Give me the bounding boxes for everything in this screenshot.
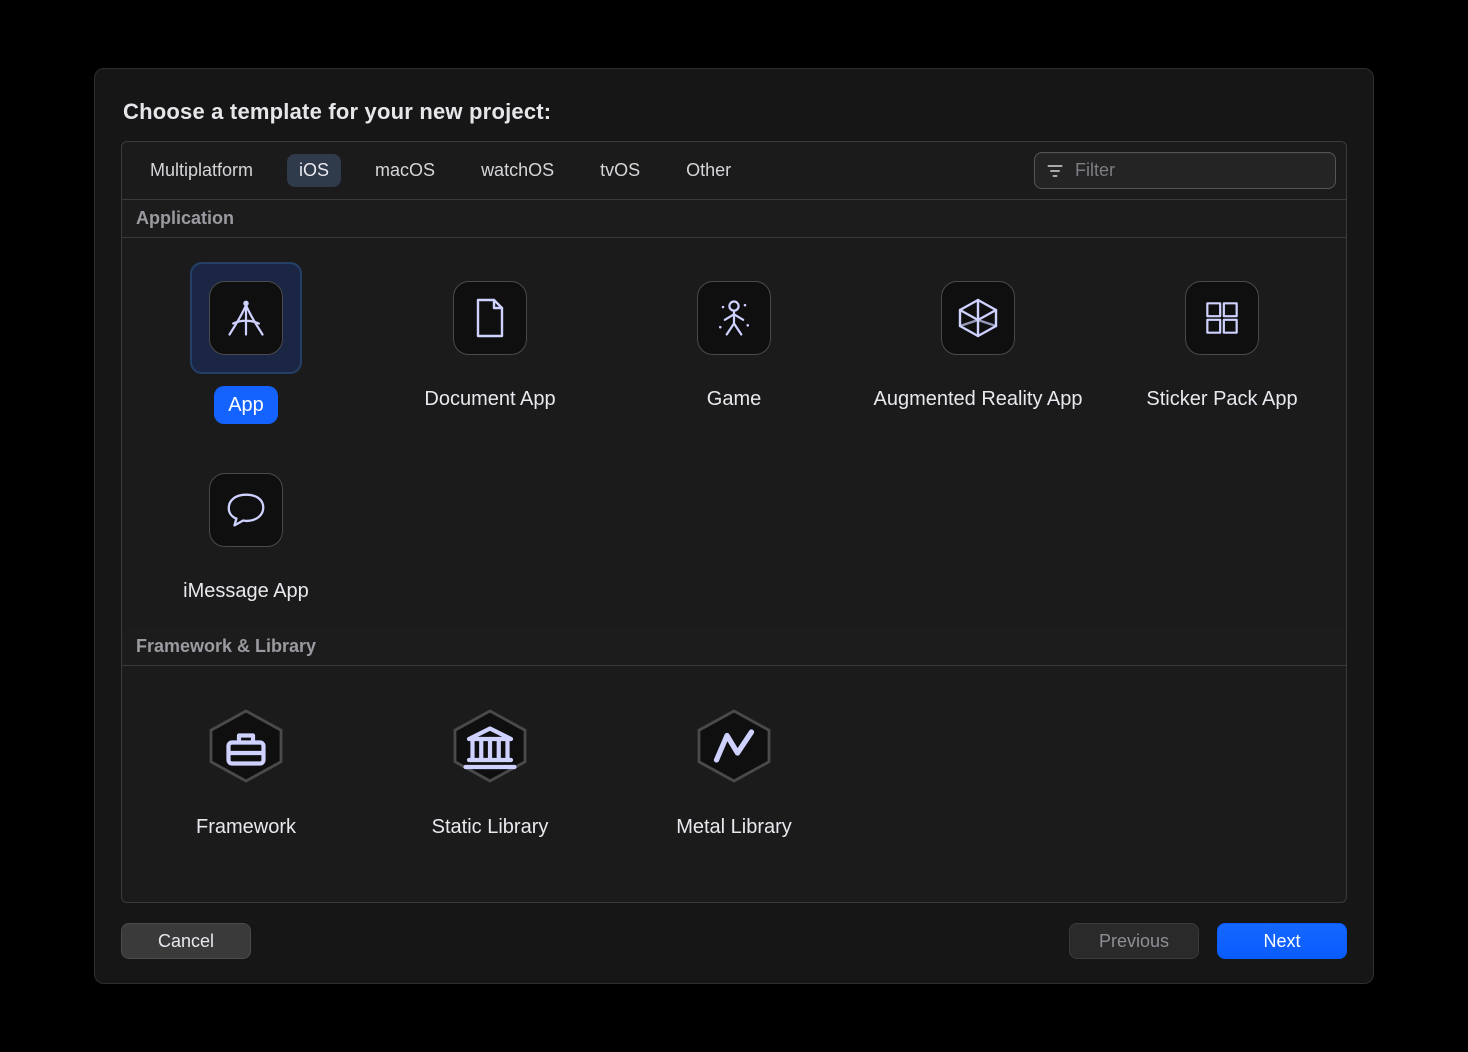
tab-tvos[interactable]: tvOS (588, 154, 652, 187)
template-metal-library[interactable]: Metal Library (616, 676, 852, 848)
page-title: Choose a template for your new project: (123, 99, 1347, 125)
template-label: Augmented Reality App (873, 386, 1082, 412)
platform-tabs: Multiplatform iOS macOS watchOS tvOS Other (132, 154, 743, 187)
template-document-app[interactable]: Document App (372, 248, 608, 432)
document-icon (453, 281, 527, 355)
tab-macos[interactable]: macOS (363, 154, 447, 187)
sections: Application App Document App (122, 200, 1346, 864)
template-label: Document App (424, 386, 555, 412)
app-icon (209, 281, 283, 355)
tab-ios[interactable]: iOS (287, 154, 341, 187)
section-header: Framework & Library (122, 628, 1346, 666)
toolbox-icon (204, 704, 288, 788)
template-grid: Framework Static Library Metal Library (122, 666, 1346, 864)
template-framework[interactable]: Framework (128, 676, 364, 848)
template-tile-wrap (190, 454, 302, 566)
library-icon (448, 704, 532, 788)
topbar: Multiplatform iOS macOS watchOS tvOS Other (122, 142, 1346, 200)
template-tile-wrap (190, 262, 302, 374)
next-button[interactable]: Next (1217, 923, 1347, 959)
game-icon (697, 281, 771, 355)
template-tile-wrap (1166, 262, 1278, 374)
template-label: iMessage App (183, 578, 309, 604)
new-project-window: Choose a template for your new project: … (94, 68, 1374, 984)
template-label: App (214, 386, 278, 424)
template-panel: Multiplatform iOS macOS watchOS tvOS Other Ap… (121, 141, 1347, 903)
template-static-library[interactable]: Static Library (372, 676, 608, 848)
footer-buttons: Cancel Previous Next (121, 923, 1347, 959)
template-tile-wrap (678, 690, 790, 802)
tab-other[interactable]: Other (674, 154, 743, 187)
cancel-button[interactable]: Cancel (121, 923, 251, 959)
template-label: Sticker Pack App (1146, 386, 1297, 412)
template-label: Framework (196, 814, 296, 840)
template-tile-wrap (190, 690, 302, 802)
template-app[interactable]: App (128, 248, 364, 432)
template-label: Metal Library (676, 814, 792, 840)
tab-watchos[interactable]: watchOS (469, 154, 566, 187)
filter-icon (1045, 161, 1065, 181)
template-grid: App Document App Game (122, 238, 1346, 628)
template-label: Static Library (432, 814, 549, 840)
template-label: Game (707, 386, 761, 412)
section-application: Application App Document App (122, 200, 1346, 628)
sticker-icon (1185, 281, 1259, 355)
template-tile-wrap (434, 690, 546, 802)
section-framework-library: Framework & Library Framework Static Lib… (122, 628, 1346, 864)
template-tile-wrap (922, 262, 1034, 374)
filter-field[interactable] (1034, 152, 1336, 189)
ar-icon (941, 281, 1015, 355)
filter-input[interactable] (1073, 159, 1325, 182)
template-game[interactable]: Game (616, 248, 852, 432)
template-tile-wrap (434, 262, 546, 374)
message-icon (209, 473, 283, 547)
template-sticker-pack[interactable]: Sticker Pack App (1104, 248, 1340, 432)
template-imessage[interactable]: iMessage App (128, 440, 364, 612)
template-ar-app[interactable]: Augmented Reality App (860, 248, 1096, 432)
template-tile-wrap (678, 262, 790, 374)
metal-icon (692, 704, 776, 788)
previous-button[interactable]: Previous (1069, 923, 1199, 959)
section-header: Application (122, 200, 1346, 238)
tab-multiplatform[interactable]: Multiplatform (138, 154, 265, 187)
